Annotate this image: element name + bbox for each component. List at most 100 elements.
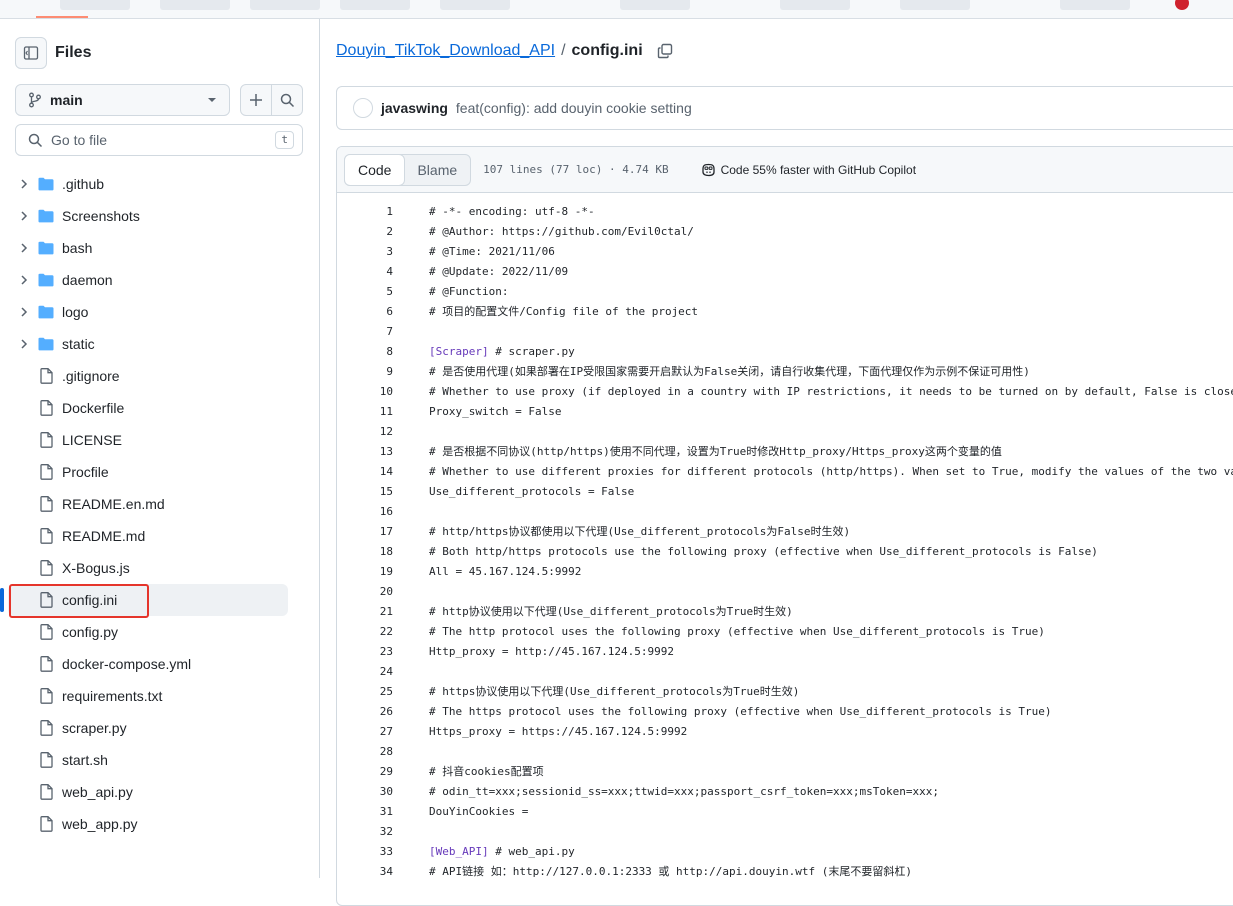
bookmark-tab[interactable] — [620, 0, 690, 10]
add-file-button[interactable] — [240, 84, 272, 116]
code-line: 8 [Scraper] # scraper.py — [337, 342, 1233, 362]
tree-file[interactable]: web_api.py — [8, 776, 288, 808]
tree-file[interactable]: config.ini — [0, 584, 288, 616]
chevron-right-icon[interactable] — [14, 339, 34, 349]
line-number[interactable]: 12 — [337, 422, 429, 442]
folder-icon — [38, 208, 54, 224]
bookmark-tab[interactable] — [160, 0, 230, 10]
tree-file[interactable]: scraper.py — [8, 712, 288, 744]
line-number[interactable]: 11 — [337, 402, 429, 422]
line-number[interactable]: 6 — [337, 302, 429, 322]
line-number[interactable]: 17 — [337, 522, 429, 542]
line-number[interactable]: 16 — [337, 502, 429, 522]
tree-file[interactable]: web_app.py — [8, 808, 288, 840]
tree-folder[interactable]: daemon — [8, 264, 288, 296]
bookmark-tab[interactable] — [250, 0, 320, 10]
chevron-right-icon[interactable] — [14, 307, 34, 317]
line-number[interactable]: 4 — [337, 262, 429, 282]
ini-section-comment: # scraper.py — [488, 345, 575, 358]
line-number[interactable]: 24 — [337, 662, 429, 682]
tree-file[interactable]: requirements.txt — [8, 680, 288, 712]
line-number[interactable]: 7 — [337, 322, 429, 342]
code-line-text: # Both http/https protocols use the foll… — [429, 545, 1098, 558]
bookmark-tab[interactable] — [1060, 0, 1130, 10]
line-number[interactable]: 14 — [337, 462, 429, 482]
search-icon — [28, 133, 43, 147]
line-number[interactable]: 28 — [337, 742, 429, 762]
copy-path-button[interactable] — [657, 43, 673, 59]
code-line: 27 Https_proxy = https://45.167.124.5:999… — [337, 722, 1233, 742]
line-number[interactable]: 21 — [337, 602, 429, 622]
line-number[interactable]: 3 — [337, 242, 429, 262]
line-number[interactable]: 31 — [337, 802, 429, 822]
commit-author[interactable]: javaswing — [381, 100, 448, 116]
tree-file[interactable]: .gitignore — [8, 360, 288, 392]
bookmark-tab[interactable] — [60, 0, 130, 10]
line-number[interactable]: 32 — [337, 822, 429, 842]
tree-folder[interactable]: static — [8, 328, 288, 360]
line-number[interactable]: 27 — [337, 722, 429, 742]
bookmark-tab[interactable] — [340, 0, 410, 10]
copilot-promo-link[interactable]: Code 55% faster with GitHub Copilot — [701, 163, 916, 177]
tree-file[interactable]: Dockerfile — [8, 392, 288, 424]
avatar[interactable] — [353, 98, 373, 118]
code-line-text: # https协议使用以下代理(Use_different_protocols为… — [429, 685, 800, 698]
chevron-right-icon[interactable] — [14, 211, 34, 221]
line-number[interactable]: 10 — [337, 382, 429, 402]
file-icon — [38, 368, 54, 384]
tree-file[interactable]: LICENSE — [8, 424, 288, 456]
line-number[interactable]: 5 — [337, 282, 429, 302]
code-line-text: Proxy_switch = False — [429, 405, 562, 418]
search-files-button[interactable] — [271, 84, 303, 116]
line-number[interactable]: 33 — [337, 842, 429, 862]
tree-file[interactable]: README.md — [8, 520, 288, 552]
tree-file[interactable]: X-Bogus.js — [8, 552, 288, 584]
bookmark-tab[interactable] — [440, 0, 510, 10]
line-number[interactable]: 23 — [337, 642, 429, 662]
bookmark-tab[interactable] — [900, 0, 970, 10]
line-number[interactable]: 25 — [337, 682, 429, 702]
tree-file[interactable]: docker-compose.yml — [8, 648, 288, 680]
tab-blame[interactable]: Blame — [404, 155, 470, 185]
chevron-right-icon[interactable] — [14, 179, 34, 189]
line-number[interactable]: 34 — [337, 862, 429, 882]
tree-folder[interactable]: logo — [8, 296, 288, 328]
code-line: 10 # Whether to use proxy (if deployed in… — [337, 382, 1233, 402]
collapse-sidebar-button[interactable] — [15, 37, 47, 69]
tree-file[interactable]: config.py — [8, 616, 288, 648]
branch-name: main — [50, 92, 83, 108]
code-line-text: # 项目的配置文件/Config file of the project — [429, 305, 699, 318]
code-line-text: # The http protocol uses the following p… — [429, 625, 1045, 638]
tree-item-label: Dockerfile — [62, 400, 125, 416]
commit-message[interactable]: feat(config): add douyin cookie setting — [456, 100, 692, 116]
tree-file[interactable]: README.en.md — [8, 488, 288, 520]
chevron-right-icon[interactable] — [14, 243, 34, 253]
tree-folder[interactable]: Screenshots — [8, 200, 288, 232]
line-number[interactable]: 2 — [337, 222, 429, 242]
line-number[interactable]: 19 — [337, 562, 429, 582]
tree-folder[interactable]: .github — [8, 168, 288, 200]
line-number[interactable]: 18 — [337, 542, 429, 562]
line-number[interactable]: 9 — [337, 362, 429, 382]
line-number[interactable]: 8 — [337, 342, 429, 362]
go-to-file-input[interactable]: Go to file t — [15, 124, 303, 156]
code-line-text: Use_different_protocols = False — [429, 485, 635, 498]
line-number[interactable]: 13 — [337, 442, 429, 462]
line-number[interactable]: 20 — [337, 582, 429, 602]
line-number[interactable]: 15 — [337, 482, 429, 502]
chevron-right-icon[interactable] — [14, 275, 34, 285]
line-number[interactable]: 26 — [337, 702, 429, 722]
bookmark-tab[interactable] — [780, 0, 850, 10]
repo-link[interactable]: Douyin_TikTok_Download_API — [336, 42, 555, 60]
notification-dot — [1175, 0, 1189, 10]
tree-folder[interactable]: bash — [8, 232, 288, 264]
tab-code[interactable]: Code — [344, 153, 406, 186]
tree-file[interactable]: start.sh — [8, 744, 288, 776]
tree-file[interactable]: Procfile — [8, 456, 288, 488]
line-number[interactable]: 1 — [337, 202, 429, 222]
line-number[interactable]: 30 — [337, 782, 429, 802]
code-line: 22 # The http protocol uses the following… — [337, 622, 1233, 642]
branch-selector[interactable]: main — [15, 84, 230, 116]
line-number[interactable]: 22 — [337, 622, 429, 642]
line-number[interactable]: 29 — [337, 762, 429, 782]
